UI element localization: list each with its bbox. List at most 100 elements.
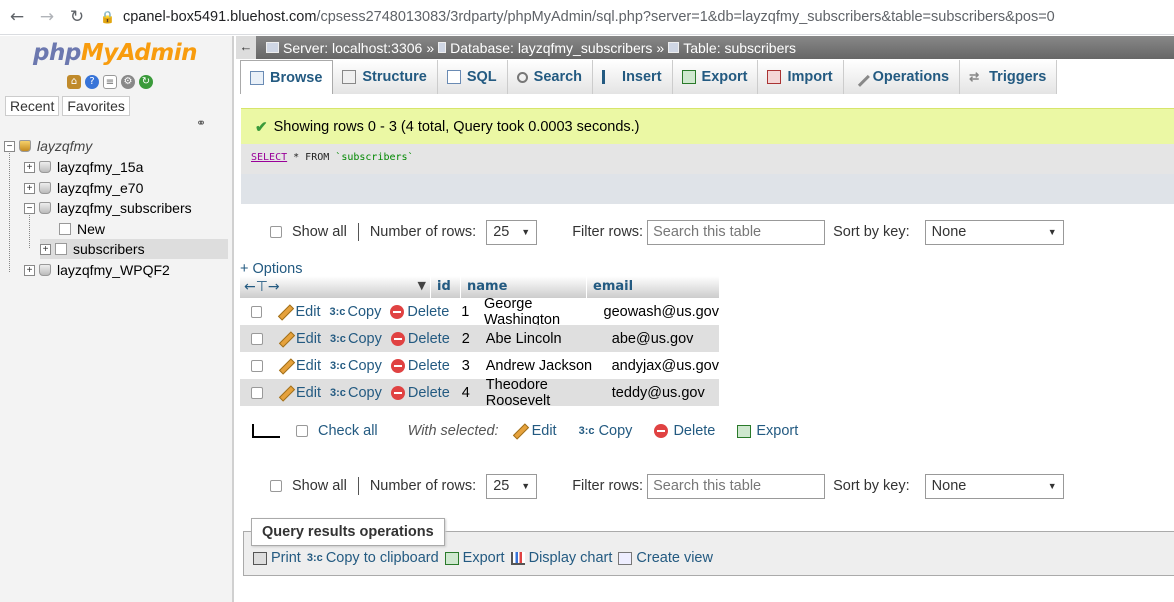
expand-icon[interactable]: + bbox=[24, 182, 35, 194]
copy-row-button[interactable]: 3:c Copy bbox=[329, 304, 381, 320]
sort-by-select[interactable]: None ▼ bbox=[924, 473, 1064, 499]
tree-new-table[interactable]: New bbox=[44, 219, 105, 239]
num-rows-select[interactable]: 25 ▼ bbox=[486, 219, 538, 245]
create-view-button[interactable]: Create view bbox=[618, 550, 713, 566]
tab-export[interactable]: Export bbox=[672, 60, 759, 94]
server-icon bbox=[19, 140, 31, 152]
tab-import[interactable]: Import bbox=[758, 60, 844, 94]
delete-row-button[interactable]: Delete bbox=[390, 331, 450, 347]
delete-row-button[interactable]: Delete bbox=[390, 358, 450, 374]
delete-icon bbox=[390, 331, 405, 346]
bulk-export-button[interactable]: Export bbox=[737, 423, 798, 439]
tab-sql[interactable]: SQL bbox=[437, 60, 508, 94]
delete-row-button[interactable]: Delete bbox=[390, 304, 449, 320]
reload-icon[interactable]: ↻ bbox=[139, 75, 153, 89]
sql-query-box: SELECT * FROM `subscribers` bbox=[241, 144, 1174, 174]
tab-search[interactable]: Search bbox=[507, 60, 594, 94]
expand-icon[interactable]: + bbox=[40, 243, 51, 255]
display-chart-button[interactable]: Display chart bbox=[510, 550, 612, 566]
collapse-icon[interactable]: − bbox=[4, 140, 15, 152]
num-rows-select[interactable]: 25 ▼ bbox=[486, 473, 538, 499]
favorites-tab[interactable]: Favorites bbox=[62, 96, 130, 116]
bulk-edit-button[interactable]: Edit bbox=[513, 423, 557, 439]
resize-arrows-icon[interactable]: ←⊤→ bbox=[244, 279, 280, 295]
cell-email: geowash@us.gov bbox=[603, 303, 719, 320]
recent-tab[interactable]: Recent bbox=[5, 96, 60, 116]
tab-browse[interactable]: Browse bbox=[240, 60, 334, 94]
options-link[interactable]: + Options bbox=[240, 261, 302, 277]
delete-row-button[interactable]: Delete bbox=[390, 385, 450, 401]
copy-row-button[interactable]: 3:c Copy bbox=[330, 385, 382, 401]
tree-db-item[interactable]: + layzqfmy_15a bbox=[24, 157, 143, 177]
printer-icon bbox=[253, 551, 267, 565]
breadcrumb-database[interactable]: Database: layzqfmy_subscribers bbox=[438, 40, 652, 56]
collapse-icon[interactable]: − bbox=[24, 202, 35, 214]
sort-by-label: Sort by key: bbox=[833, 224, 910, 240]
tree-db-item[interactable]: − layzqfmy_subscribers bbox=[24, 198, 192, 218]
column-header-id[interactable]: id bbox=[430, 276, 460, 298]
show-all-label: Show all bbox=[292, 478, 347, 494]
sort-dropdown-icon[interactable]: ▼ bbox=[418, 279, 426, 295]
link-icon[interactable]: ⚭ bbox=[196, 116, 206, 130]
bulk-delete-button[interactable]: Delete bbox=[654, 423, 715, 439]
print-button[interactable]: Print bbox=[253, 550, 301, 566]
copy-icon: 3:c bbox=[329, 305, 346, 318]
tab-insert[interactable]: Insert bbox=[593, 60, 673, 94]
copy-row-button[interactable]: 3:c Copy bbox=[330, 331, 382, 347]
row-checkbox[interactable] bbox=[251, 359, 263, 372]
documentation-icon[interactable]: ≡ bbox=[103, 75, 117, 89]
tab-operations[interactable]: Operations bbox=[843, 60, 961, 94]
row-checkbox[interactable] bbox=[251, 332, 263, 345]
show-all-checkbox[interactable] bbox=[270, 480, 282, 492]
gear-icon[interactable]: ⚙ bbox=[121, 75, 135, 89]
structure-icon bbox=[342, 70, 357, 84]
copy-to-clipboard-button[interactable]: 3:c Copy to clipboard bbox=[307, 550, 439, 566]
tree-db-item[interactable]: + layzqfmy_WPQF2 bbox=[24, 260, 170, 280]
expand-icon[interactable]: + bbox=[24, 264, 35, 276]
with-selected-label: With selected: bbox=[407, 423, 499, 439]
collapse-panel-icon[interactable]: ← bbox=[236, 36, 256, 59]
forward-arrow-icon[interactable]: → bbox=[32, 2, 62, 32]
tree-table-item[interactable]: + subscribers bbox=[40, 239, 228, 259]
cell-id: 1 bbox=[461, 303, 470, 320]
breadcrumb-server[interactable]: Server: localhost:3306 bbox=[266, 40, 422, 56]
tree-db-item[interactable]: + layzqfmy_e70 bbox=[24, 178, 143, 198]
pencil-icon bbox=[278, 305, 292, 319]
tab-triggers[interactable]: ⇄ Triggers bbox=[960, 60, 1058, 94]
delete-icon bbox=[390, 385, 405, 400]
edit-row-button[interactable]: Edit bbox=[279, 331, 321, 347]
navigation-panel: phpMyAdmin ⌂ ? ≡ ⚙ ↻ Recent Favorites ⚭ … bbox=[0, 36, 234, 602]
edit-row-button[interactable]: Edit bbox=[278, 304, 320, 320]
breadcrumb-table[interactable]: Table: subscribers bbox=[668, 40, 796, 56]
bulk-copy-button[interactable]: 3:c Copy bbox=[579, 423, 633, 439]
check-all-label[interactable]: Check all bbox=[318, 423, 378, 439]
search-icon bbox=[516, 71, 528, 83]
row-checkbox[interactable] bbox=[251, 305, 263, 318]
cell-email: andyjax@us.gov bbox=[611, 357, 719, 374]
filter-rows-input[interactable]: Search this table bbox=[647, 473, 826, 499]
sort-by-select[interactable]: None ▼ bbox=[924, 219, 1064, 245]
export-results-button[interactable]: Export bbox=[444, 550, 505, 566]
filter-rows-input[interactable]: Search this table bbox=[647, 219, 826, 245]
expand-icon[interactable]: + bbox=[24, 161, 35, 173]
back-arrow-icon[interactable]: ← bbox=[2, 2, 32, 32]
address-bar[interactable]: cpanel-box5491.bluehost.com/cpsess274801… bbox=[123, 9, 1055, 25]
show-all-checkbox[interactable] bbox=[270, 226, 282, 238]
row-checkbox[interactable] bbox=[251, 386, 263, 399]
delete-icon bbox=[654, 424, 669, 438]
column-arrows[interactable]: ←⊤→ ▼ bbox=[244, 279, 430, 295]
tree-root[interactable]: − layzqfmy bbox=[4, 136, 92, 156]
home-icon[interactable]: ⌂ bbox=[67, 75, 81, 89]
phpmyadmin-logo[interactable]: phpMyAdmin bbox=[33, 40, 197, 66]
table-row: Edit 3:c Copy Delete 2 Abe Lincoln abe@us… bbox=[240, 325, 719, 352]
copy-row-button[interactable]: 3:c Copy bbox=[330, 358, 382, 374]
tab-structure[interactable]: Structure bbox=[333, 60, 438, 94]
reload-icon[interactable]: ↻ bbox=[62, 2, 92, 32]
help-icon[interactable]: ? bbox=[85, 75, 99, 89]
table-icon bbox=[668, 42, 680, 53]
edit-row-button[interactable]: Edit bbox=[279, 358, 321, 374]
cell-name: Theodore Roosevelt bbox=[485, 376, 551, 409]
cell-id: 3 bbox=[461, 357, 470, 374]
edit-row-button[interactable]: Edit bbox=[279, 385, 321, 401]
check-all-checkbox[interactable] bbox=[296, 425, 308, 437]
